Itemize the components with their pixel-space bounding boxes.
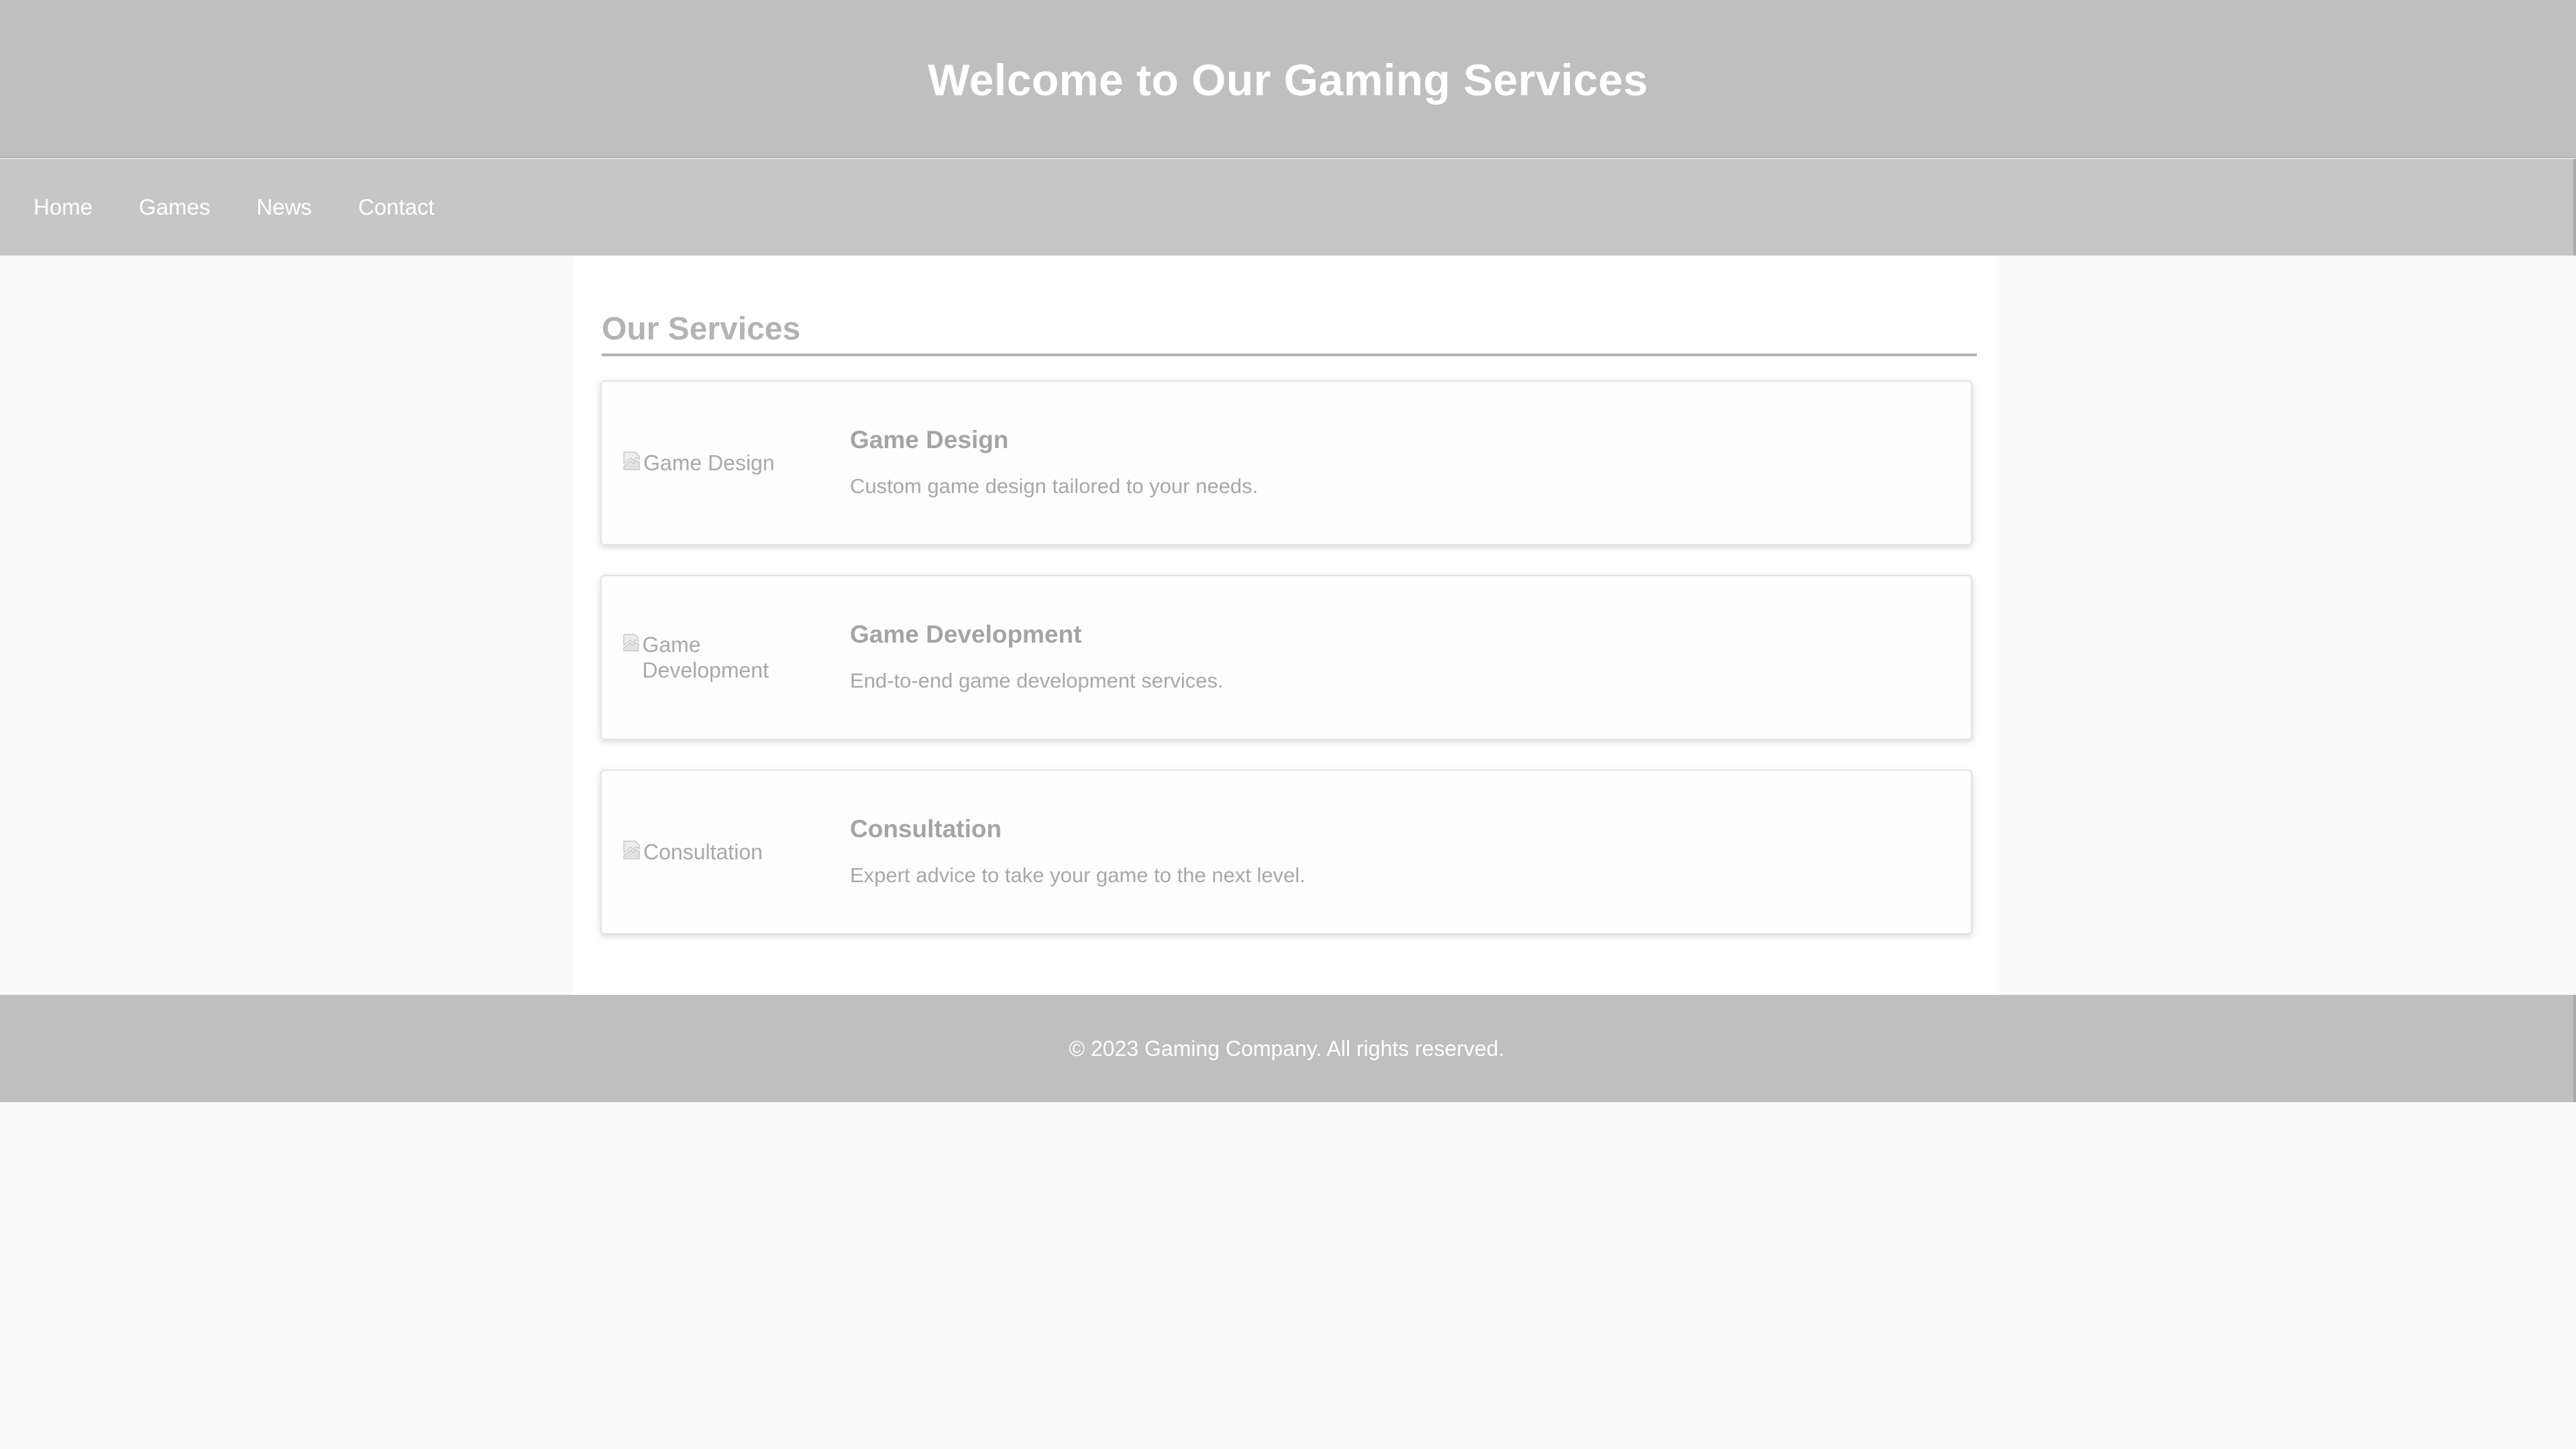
service-title: Game Development — [850, 621, 1082, 648]
service-card-consultation: Consultation Consultation Expert advice … — [600, 769, 1972, 934]
service-image: Game Development — [622, 632, 823, 683]
service-image-alt: Game Design — [643, 451, 775, 475]
service-text: Game Development End-to-end game develop… — [850, 621, 1224, 693]
nav-link-home[interactable]: Home — [34, 195, 93, 220]
service-description: Custom game design tailored to your need… — [850, 474, 1258, 498]
nav-link-contact[interactable]: Contact — [358, 195, 435, 220]
service-description: Expert advice to take your game to the n… — [850, 863, 1305, 887]
service-card-game-development: Game Development Game Development End-to… — [600, 575, 1972, 740]
footer-copyright: © 2023 Gaming Company. All rights reserv… — [1069, 1036, 1505, 1061]
broken-image-icon — [623, 451, 640, 470]
site-header: Welcome to Our Gaming Services — [0, 0, 2576, 158]
service-title: Consultation — [850, 815, 1002, 843]
main-content: Our Services Game Design Game Design Cus… — [574, 256, 1999, 995]
service-image-alt: Game Development — [642, 633, 769, 682]
service-image: Game Design — [622, 450, 823, 476]
broken-image-icon — [623, 841, 640, 859]
service-card-game-design: Game Design Game Design Custom game desi… — [600, 380, 1972, 545]
section-title: Our Services — [602, 311, 1977, 356]
nav-link-news[interactable]: News — [256, 195, 312, 220]
nav-link-games[interactable]: Games — [139, 195, 210, 220]
service-image: Consultation — [622, 839, 823, 865]
service-image-alt: Consultation — [643, 840, 763, 864]
service-text: Game Design Custom game design tailored … — [850, 426, 1258, 498]
site-footer: © 2023 Gaming Company. All rights reserv… — [0, 995, 2576, 1102]
service-description: End-to-end game development services. — [850, 669, 1224, 692]
broken-image-icon — [623, 633, 639, 652]
page-title: Welcome to Our Gaming Services — [928, 55, 1648, 105]
service-text: Consultation Expert advice to take your … — [850, 815, 1305, 888]
service-title: Game Design — [850, 426, 1009, 453]
main-nav: Home Games News Contact — [0, 159, 2576, 256]
